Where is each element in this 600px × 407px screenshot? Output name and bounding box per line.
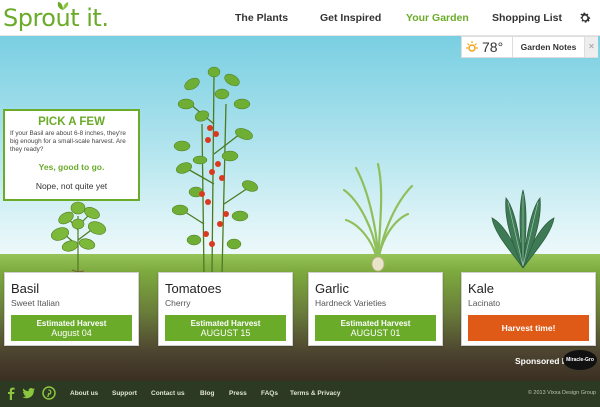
button-label: Estimated Harvest: [190, 319, 261, 328]
header: Sprout it. The Plants Get Inspired Your …: [0, 0, 600, 36]
nav-shopping-list[interactable]: Shopping List: [492, 12, 562, 24]
plant-card-garlic[interactable]: Garlic Hardneck Varieties Estimated Harv…: [308, 272, 443, 346]
harvest-time-button[interactable]: Harvest time!: [468, 315, 589, 341]
basil-plant-illustration[interactable]: [42, 196, 114, 274]
twitter-icon[interactable]: [22, 386, 36, 400]
button-label: Estimated Harvest: [36, 319, 107, 328]
plant-name: Kale: [468, 281, 495, 296]
sponsor-logo[interactable]: Miracle-Gro: [563, 350, 597, 370]
plant-variety: Sweet Italian: [11, 298, 60, 308]
button-label: Harvest time!: [501, 323, 556, 333]
notes-close-icon[interactable]: ✕: [584, 37, 598, 57]
footer-link-about[interactable]: About us: [70, 390, 98, 397]
footer-link-terms[interactable]: Terms & Privacy: [290, 390, 340, 397]
harvest-date: August 04: [51, 328, 92, 338]
plant-name: Garlic: [315, 281, 349, 296]
garden-scene: 78° Garden Notes ✕ PICK A FEW If your Ba…: [0, 36, 600, 381]
footer-link-faqs[interactable]: FAQs: [261, 390, 278, 397]
pinterest-icon[interactable]: [42, 386, 56, 400]
estimated-harvest-button[interactable]: Estimated Harvest AUGUST 01: [315, 315, 436, 341]
tomato-plant-illustration[interactable]: [172, 64, 262, 276]
facebook-icon[interactable]: [6, 386, 16, 400]
nav-get-inspired[interactable]: Get Inspired: [320, 12, 381, 24]
footer-link-support[interactable]: Support: [112, 390, 137, 397]
weather-widget: 78° Garden Notes ✕: [461, 36, 598, 58]
nav-your-garden[interactable]: Your Garden: [406, 12, 469, 24]
prompt-no-button[interactable]: Nope, not quite yet: [5, 181, 138, 191]
plant-card-basil[interactable]: Basil Sweet Italian Estimated Harvest Au…: [4, 272, 139, 346]
plant-card-kale[interactable]: Kale Lacinato Harvest time!: [461, 272, 596, 346]
plant-card-tomatoes[interactable]: Tomatoes Cherry Estimated Harvest AUGUST…: [158, 272, 293, 346]
harvest-date: AUGUST 01: [350, 328, 401, 338]
harvest-prompt: PICK A FEW If your Basil are about 6-8 i…: [3, 109, 140, 201]
button-label: Estimated Harvest: [340, 319, 411, 328]
nav-the-plants[interactable]: The Plants: [235, 12, 288, 24]
prompt-yes-button[interactable]: Yes, good to go.: [5, 162, 138, 172]
temperature: 78°: [482, 39, 504, 55]
estimated-harvest-button[interactable]: Estimated Harvest August 04: [11, 315, 132, 341]
plant-variety: Hardneck Varieties: [315, 298, 387, 308]
leaf-icon: [57, 2, 69, 10]
sun-icon: [466, 41, 478, 52]
plant-name: Basil: [11, 281, 40, 296]
kale-plant-illustration[interactable]: [488, 188, 558, 272]
copyright: © 2013 Vixxa Design Group: [527, 390, 596, 396]
footer: About us Support Contact us Blog Press F…: [0, 381, 600, 407]
garlic-plant-illustration[interactable]: [338, 160, 418, 272]
footer-link-contact[interactable]: Contact us: [151, 390, 185, 397]
gear-icon[interactable]: [578, 11, 592, 25]
plant-name: Tomatoes: [165, 281, 222, 296]
estimated-harvest-button[interactable]: Estimated Harvest AUGUST 15: [165, 315, 286, 341]
plant-variety: Cherry: [165, 298, 191, 308]
harvest-date: AUGUST 15: [200, 328, 251, 338]
prompt-title: PICK A FEW: [38, 116, 105, 128]
plant-variety: Lacinato: [468, 298, 501, 308]
garden-notes-button[interactable]: Garden Notes: [512, 37, 584, 57]
footer-link-press[interactable]: Press: [229, 390, 247, 397]
footer-link-blog[interactable]: Blog: [200, 390, 214, 397]
prompt-body: If your Basil are about 6-8 inches, they…: [10, 130, 126, 154]
